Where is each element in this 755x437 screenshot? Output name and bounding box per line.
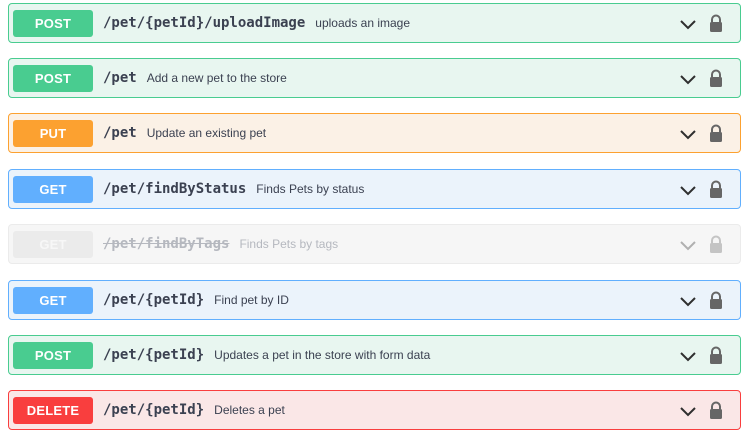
operation-post-update-pet-form[interactable]: POST /pet/{petId} Updates a pet in the s… (8, 335, 741, 375)
lock-icon[interactable] (709, 69, 723, 87)
method-badge: PUT (13, 119, 93, 147)
operation-path: /pet/{petId} (103, 402, 205, 418)
operation-list: POST /pet/{petId}/uploadImage uploads an… (0, 0, 755, 437)
method-badge: POST (13, 341, 93, 369)
operation-get-find-by-tags-deprecated[interactable]: GET /pet/findByTags Finds Pets by tags (8, 224, 741, 264)
lock-icon[interactable] (709, 291, 723, 309)
operation-path: /pet (103, 125, 137, 141)
method-badge: GET (13, 286, 93, 314)
method-badge: POST (13, 9, 93, 37)
operation-post-upload-image[interactable]: POST /pet/{petId}/uploadImage uploads an… (8, 3, 741, 43)
chevron-down-icon[interactable] (679, 294, 697, 308)
chevron-down-icon[interactable] (679, 404, 697, 418)
lock-icon[interactable] (709, 180, 723, 198)
operation-summary: uploads an image (315, 16, 411, 30)
operation-summary: Updates a pet in the store with form dat… (214, 348, 431, 362)
lock-icon[interactable] (709, 346, 723, 364)
lock-icon[interactable] (709, 401, 723, 419)
lock-icon[interactable] (709, 235, 723, 253)
chevron-down-icon[interactable] (679, 238, 697, 252)
lock-icon[interactable] (709, 14, 723, 32)
operation-summary: Finds Pets by tags (239, 237, 339, 251)
chevron-down-icon[interactable] (679, 127, 697, 141)
lock-icon[interactable] (709, 124, 723, 142)
chevron-down-icon[interactable] (679, 183, 697, 197)
method-badge: DELETE (13, 396, 93, 424)
operation-put-update-pet[interactable]: PUT /pet Update an existing pet (8, 113, 741, 153)
chevron-down-icon[interactable] (679, 72, 697, 86)
operation-summary: Finds Pets by status (256, 182, 365, 196)
operation-path: /pet/{petId} (103, 347, 205, 363)
operation-get-find-by-id[interactable]: GET /pet/{petId} Find pet by ID (8, 280, 741, 320)
chevron-down-icon[interactable] (679, 17, 697, 31)
operation-post-add-pet[interactable]: POST /pet Add a new pet to the store (8, 58, 741, 98)
operation-path: /pet/findByTags (103, 236, 230, 252)
operation-path: /pet/findByStatus (103, 181, 247, 197)
operation-summary: Update an existing pet (146, 126, 267, 140)
operation-path: /pet/{petId}/uploadImage (103, 15, 306, 31)
operation-summary: Add a new pet to the store (146, 71, 287, 85)
chevron-down-icon[interactable] (679, 349, 697, 363)
operation-path: /pet/{petId} (103, 292, 205, 308)
operation-get-find-by-status[interactable]: GET /pet/findByStatus Finds Pets by stat… (8, 169, 741, 209)
method-badge: POST (13, 64, 93, 92)
method-badge: GET (13, 230, 93, 258)
operation-delete-pet[interactable]: DELETE /pet/{petId} Deletes a pet (8, 390, 741, 430)
operation-path: /pet (103, 70, 137, 86)
method-badge: GET (13, 175, 93, 203)
operation-summary: Deletes a pet (214, 403, 285, 417)
operation-summary: Find pet by ID (214, 293, 289, 307)
